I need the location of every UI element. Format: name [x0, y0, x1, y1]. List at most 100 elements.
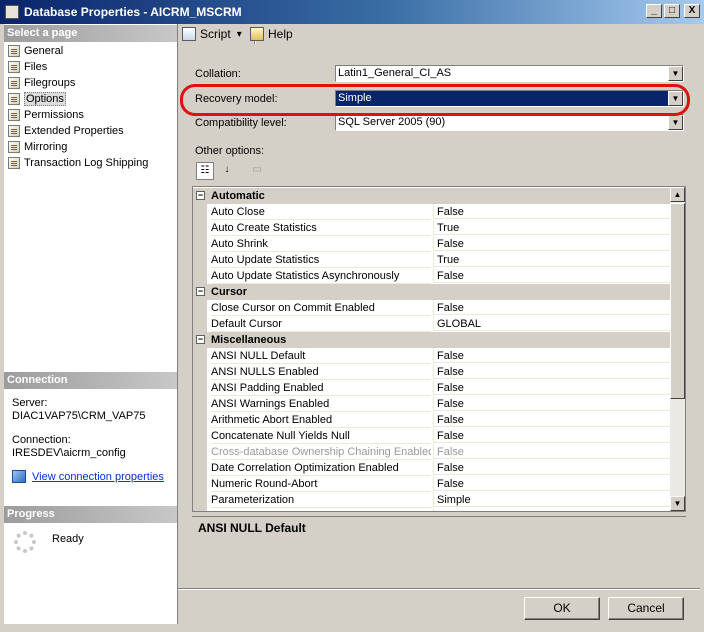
property-row[interactable]: Default Cursor GLOBAL: [193, 316, 671, 332]
compatibility-level-value: SQL Server 2005 (90): [338, 116, 446, 128]
property-value[interactable]: False: [433, 348, 671, 363]
sidebar-item-label: General: [24, 44, 64, 57]
sidebar-item-3[interactable]: Options: [8, 91, 66, 106]
chevron-down-icon[interactable]: ▼: [668, 91, 683, 106]
cancel-button[interactable]: Cancel: [608, 597, 684, 620]
script-button[interactable]: Script ▾: [182, 27, 242, 41]
property-description-panel: ANSI NULL Default: [192, 516, 686, 581]
recovery-model-label: Recovery model:: [195, 93, 278, 105]
collapse-icon[interactable]: −: [196, 287, 205, 296]
property-name: Default Cursor: [211, 316, 431, 332]
property-name: Auto Shrink: [211, 236, 431, 252]
property-value[interactable]: GLOBAL: [433, 316, 671, 331]
property-value[interactable]: True: [433, 220, 671, 235]
property-name: Arithmetic Abort Enabled: [211, 412, 431, 428]
alphabetical-sort-icon[interactable]: ↓: [218, 162, 236, 180]
property-value[interactable]: False: [433, 444, 671, 459]
collation-label: Collation:: [195, 68, 241, 80]
property-row[interactable]: Quoted Identifiers EnabledFalse: [193, 508, 671, 511]
minimize-button[interactable]: _: [646, 4, 662, 18]
options-property-grid[interactable]: − Automatic Auto Close False Auto Create Sta…: [192, 186, 686, 512]
view-connection-properties-label: View connection properties: [32, 470, 164, 483]
property-name: Auto Create Statistics: [211, 220, 431, 236]
close-button[interactable]: X: [684, 4, 700, 18]
property-value[interactable]: False: [433, 204, 671, 219]
property-row[interactable]: ANSI Padding Enabled False: [193, 380, 671, 396]
sidebar-item-6[interactable]: Mirroring: [8, 139, 67, 154]
property-name: Auto Close: [211, 204, 431, 220]
property-value[interactable]: False: [433, 476, 671, 491]
property-value[interactable]: False: [433, 236, 671, 251]
categorized-sort-icon[interactable]: ☷: [196, 162, 214, 180]
property-row[interactable]: Auto Update Statistics Asynchronously Fal…: [193, 268, 671, 284]
property-row[interactable]: ANSI Warnings Enabled False: [193, 396, 671, 412]
property-row[interactable]: Cross-database Ownership Chaining Enable…: [193, 444, 671, 460]
collapse-icon[interactable]: −: [196, 335, 205, 344]
collapse-icon[interactable]: −: [196, 191, 205, 200]
maximize-button[interactable]: □: [664, 4, 680, 18]
property-row[interactable]: ANSI NULL Default False: [193, 348, 671, 364]
progress-spinner-icon: [13, 530, 37, 554]
page-icon: [8, 108, 20, 121]
sidebar-item-label: Files: [24, 60, 48, 73]
property-value[interactable]: Simple: [433, 492, 671, 507]
collation-select[interactable]: Latin1_General_CI_AS ▼: [335, 65, 684, 82]
property-value[interactable]: False: [433, 508, 671, 511]
property-value[interactable]: False: [433, 364, 671, 379]
scroll-up-icon[interactable]: ▲: [670, 187, 685, 202]
sidebar-item-0[interactable]: General: [8, 43, 63, 58]
sidebar-item-2[interactable]: Filegroups: [8, 75, 75, 90]
help-button[interactable]: Help: [250, 27, 293, 41]
property-value[interactable]: False: [433, 268, 671, 283]
property-row[interactable]: Date Correlation Optimization Enabled Fal…: [193, 460, 671, 476]
title-bar[interactable]: Database Properties - AICRM_MSCRM _ □ X: [0, 0, 704, 24]
ok-button[interactable]: OK: [524, 597, 600, 620]
compatibility-level-select[interactable]: SQL Server 2005 (90) ▼: [335, 114, 684, 131]
property-value[interactable]: False: [433, 428, 671, 443]
property-row[interactable]: Close Cursor on Commit Enabled False: [193, 300, 671, 316]
sidebar-item-5[interactable]: Extended Properties: [8, 123, 124, 138]
property-description-title: ANSI NULL Default: [198, 521, 306, 535]
property-value[interactable]: False: [433, 412, 671, 427]
property-name: ANSI Padding Enabled: [211, 380, 431, 396]
property-row[interactable]: Auto Shrink False: [193, 236, 671, 252]
grid-scrollbar[interactable]: ▲ ▼: [670, 187, 685, 511]
property-row[interactable]: ANSI NULLS Enabled False: [193, 364, 671, 380]
category-label: Miscellaneous: [211, 334, 287, 346]
category-row[interactable]: − Automatic: [193, 188, 671, 204]
chevron-down-icon[interactable]: ▼: [668, 66, 683, 81]
row-gutter: [193, 348, 207, 364]
scroll-thumb[interactable]: [670, 203, 685, 399]
property-row[interactable]: Arithmetic Abort Enabled False: [193, 412, 671, 428]
row-gutter: [193, 364, 207, 380]
database-icon: [5, 5, 19, 19]
property-pages-icon[interactable]: ▭: [248, 162, 266, 180]
property-value[interactable]: False: [433, 300, 671, 315]
property-name: ANSI NULL Default: [211, 348, 431, 364]
server-value: DIAC1VAP75\CRM_VAP75: [12, 410, 146, 422]
sidebar-item-1[interactable]: Files: [8, 59, 47, 74]
property-name: Parameterization: [211, 492, 431, 508]
property-row[interactable]: Auto Create Statistics True: [193, 220, 671, 236]
recovery-model-select[interactable]: Simple ▼: [335, 90, 684, 107]
property-row[interactable]: Concatenate Null Yields Null False: [193, 428, 671, 444]
property-row[interactable]: Numeric Round-Abort False: [193, 476, 671, 492]
category-row[interactable]: − Cursor: [193, 284, 671, 300]
sidebar-item-4[interactable]: Permissions: [8, 107, 84, 122]
property-row[interactable]: Auto Update Statistics True: [193, 252, 671, 268]
sidebar-item-label: Permissions: [24, 108, 84, 121]
property-value[interactable]: False: [433, 380, 671, 395]
property-value[interactable]: False: [433, 396, 671, 411]
scroll-down-icon[interactable]: ▼: [670, 496, 685, 511]
property-row[interactable]: Auto Close False: [193, 204, 671, 220]
connection-value: IRESDEV\aicrm_config: [12, 447, 126, 459]
view-connection-properties-link[interactable]: View connection properties: [12, 470, 164, 483]
property-row[interactable]: Parameterization Simple: [193, 492, 671, 508]
chevron-down-icon[interactable]: ▼: [668, 115, 683, 130]
property-value[interactable]: False: [433, 460, 671, 475]
property-value[interactable]: True: [433, 252, 671, 267]
sidebar-item-7[interactable]: Transaction Log Shipping: [8, 155, 148, 170]
row-gutter: [193, 380, 207, 396]
page-icon: [8, 92, 20, 105]
category-row[interactable]: − Miscellaneous: [193, 332, 671, 348]
